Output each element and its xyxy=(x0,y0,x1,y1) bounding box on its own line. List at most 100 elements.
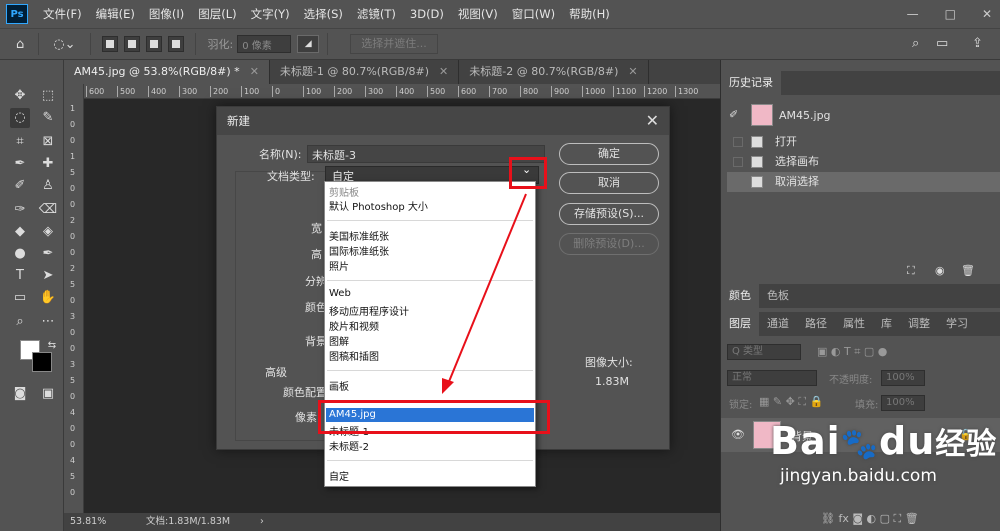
camera-icon[interactable]: ◉ xyxy=(935,264,945,277)
menu-view[interactable]: 视图(V) xyxy=(451,0,505,28)
history-row-selected[interactable]: 取消选择 xyxy=(727,172,1000,192)
menu-filter[interactable]: 滤镜(T) xyxy=(350,0,403,28)
pen-tool-icon[interactable]: ✒ xyxy=(38,244,58,264)
tab-color[interactable]: 颜色 xyxy=(721,284,759,308)
hand-tool-icon[interactable]: ✋ xyxy=(38,288,58,308)
move-tool-icon[interactable]: ✥ xyxy=(10,86,30,106)
screen-mode-icon[interactable]: ▣ xyxy=(38,384,58,404)
path-select-icon[interactable]: ➤ xyxy=(38,266,58,286)
opacity-input[interactable]: 100% xyxy=(881,370,925,386)
new-selection-icon[interactable] xyxy=(101,36,118,52)
minimize-button[interactable]: — xyxy=(907,7,919,21)
subtract-selection-icon[interactable] xyxy=(145,36,162,52)
search-icon[interactable]: ⌕ xyxy=(912,36,919,51)
stamp-tool-icon[interactable]: ♙ xyxy=(38,176,58,196)
layer-filter-icons[interactable]: ▣ ◐ T ⌗ ▢ ● xyxy=(817,345,887,359)
dropdown-item[interactable]: 美国标准纸张 xyxy=(329,228,389,243)
dropdown-item[interactable]: 默认 Photoshop 大小 xyxy=(329,198,428,213)
history-row[interactable]: 打开 xyxy=(727,132,1000,152)
menu-edit[interactable]: 编辑(E) xyxy=(89,0,142,28)
dropdown-item[interactable]: 胶片和视频 xyxy=(329,318,379,333)
tab-channels[interactable]: 通道 xyxy=(759,312,797,336)
menu-image[interactable]: 图像(I) xyxy=(142,0,191,28)
history-row[interactable]: 选择画布 xyxy=(727,152,1000,172)
history-brush-source-icon[interactable]: ✐ xyxy=(729,108,738,121)
add-selection-icon[interactable] xyxy=(123,36,140,52)
anti-alias-icon[interactable]: ◢ xyxy=(297,35,320,53)
layer-bottom-icons[interactable]: ⛓ fx ◙ ◐ ▢ ⛶ 🗑 xyxy=(821,512,919,526)
tab-properties[interactable]: 属性 xyxy=(835,312,873,336)
dropdown-item[interactable]: 国际标准纸张 xyxy=(329,243,389,258)
trash-icon[interactable]: 🗑 xyxy=(961,264,975,277)
quick-select-tool-icon[interactable]: ✎ xyxy=(38,108,58,128)
tab-untitled-2[interactable]: 未标题-2 @ 80.7%(RGB/8#) ✕ xyxy=(459,60,649,84)
tab-history[interactable]: 历史记录 xyxy=(721,71,781,95)
quick-mask-icon[interactable]: ◙ xyxy=(10,384,30,404)
history-brush-icon[interactable]: ✑ xyxy=(10,200,30,220)
menu-3d[interactable]: 3D(D) xyxy=(403,0,451,28)
marquee-tool-icon[interactable]: ⬚ xyxy=(38,86,58,106)
ok-button[interactable]: 确定 xyxy=(559,143,659,165)
menu-help[interactable]: 帮助(H) xyxy=(562,0,617,28)
tab-am45[interactable]: AM45.jpg @ 53.8%(RGB/8#) * ✕ xyxy=(64,60,270,84)
menu-select[interactable]: 选择(S) xyxy=(297,0,350,28)
close-dialog-icon[interactable]: ✕ xyxy=(646,111,659,130)
dropdown-item[interactable]: Web xyxy=(329,288,351,299)
save-preset-button[interactable]: 存储预设(S)... xyxy=(559,203,659,225)
menu-file[interactable]: 文件(F) xyxy=(36,0,89,28)
rectangle-tool-icon[interactable]: ▭ xyxy=(10,288,30,308)
visibility-eye-icon[interactable]: 👁 xyxy=(731,428,745,441)
crop-tool-icon[interactable]: ⌗ xyxy=(10,132,30,152)
tab-libraries[interactable]: 库 xyxy=(873,312,900,336)
tab-paths[interactable]: 路径 xyxy=(797,312,835,336)
close-window-button[interactable]: ✕ xyxy=(982,7,992,21)
new-document-from-state-icon[interactable]: ⛶ xyxy=(907,264,915,278)
more-tools-icon[interactable]: ⋯ xyxy=(38,312,58,332)
zoom-tool-icon[interactable]: ⌕ xyxy=(10,312,30,332)
close-tab-icon[interactable]: ✕ xyxy=(250,65,259,78)
cancel-button[interactable]: 取消 xyxy=(559,172,659,194)
tab-learn[interactable]: 学习 xyxy=(938,312,976,336)
share-icon[interactable]: ⇪ xyxy=(972,36,983,51)
type-tool-icon[interactable]: T xyxy=(10,266,30,286)
zoom-level[interactable]: 53.81% xyxy=(70,513,106,531)
frame-tool-icon[interactable]: ⊠ xyxy=(38,132,58,152)
status-arrow-icon[interactable]: › xyxy=(260,513,264,531)
lock-icons[interactable]: ▦ ✎ ✥ ⛶ 🔒 xyxy=(759,395,823,409)
dropdown-item[interactable]: 自定 xyxy=(329,468,349,483)
layer-kind-filter[interactable]: Q 类型 xyxy=(727,344,801,360)
eyedropper-tool-icon[interactable]: ✒ xyxy=(10,154,30,174)
feather-input[interactable]: 0 像素 xyxy=(237,35,292,53)
dropdown-item[interactable]: 图解 xyxy=(329,333,349,348)
delete-preset-button[interactable]: 删除预设(D)... xyxy=(559,233,659,255)
select-and-mask-button[interactable]: 选择并遮住... xyxy=(350,34,438,54)
dropdown-item[interactable]: 图稿和插图 xyxy=(329,348,379,363)
maximize-button[interactable]: □ xyxy=(945,7,956,21)
tab-untitled-1[interactable]: 未标题-1 @ 80.7%(RGB/8#) ✕ xyxy=(269,60,460,84)
dropdown-item[interactable]: 画板 xyxy=(329,378,349,393)
dropdown-item[interactable]: 剪贴板 xyxy=(329,184,359,199)
intersect-selection-icon[interactable] xyxy=(167,36,184,52)
brush-tool-icon[interactable]: ✐ xyxy=(10,176,30,196)
blur-tool-icon[interactable]: ◈ xyxy=(38,222,58,242)
tab-layers[interactable]: 图层 xyxy=(721,312,759,336)
paint-bucket-icon[interactable]: ◆ xyxy=(10,222,30,242)
blend-mode-select[interactable]: 正常 xyxy=(727,370,817,386)
home-icon[interactable]: ⌂ xyxy=(16,37,24,52)
lasso-tool-icon[interactable]: ◌ xyxy=(10,108,30,128)
snapshot-label[interactable]: AM45.jpg xyxy=(779,109,831,122)
menu-type[interactable]: 文字(Y) xyxy=(244,0,297,28)
workspace-icon[interactable]: ▭ xyxy=(936,36,948,51)
chevron-down-icon[interactable]: ⌄ xyxy=(522,163,531,176)
eraser-tool-icon[interactable]: ⌫ xyxy=(38,200,58,220)
advanced-label[interactable]: 高级 xyxy=(265,364,287,380)
tab-adjustments[interactable]: 调整 xyxy=(900,312,938,336)
lasso-preset-icon[interactable]: ◌⌄ xyxy=(53,37,75,52)
fill-input[interactable]: 100% xyxy=(881,395,925,411)
healing-tool-icon[interactable]: ✚ xyxy=(38,154,58,174)
menu-window[interactable]: 窗口(W) xyxy=(505,0,562,28)
menu-layer[interactable]: 图层(L) xyxy=(191,0,243,28)
close-tab-icon[interactable]: ✕ xyxy=(439,65,448,78)
close-tab-icon[interactable]: ✕ xyxy=(628,65,637,78)
swap-colors-icon[interactable]: ⇆ xyxy=(42,336,62,356)
